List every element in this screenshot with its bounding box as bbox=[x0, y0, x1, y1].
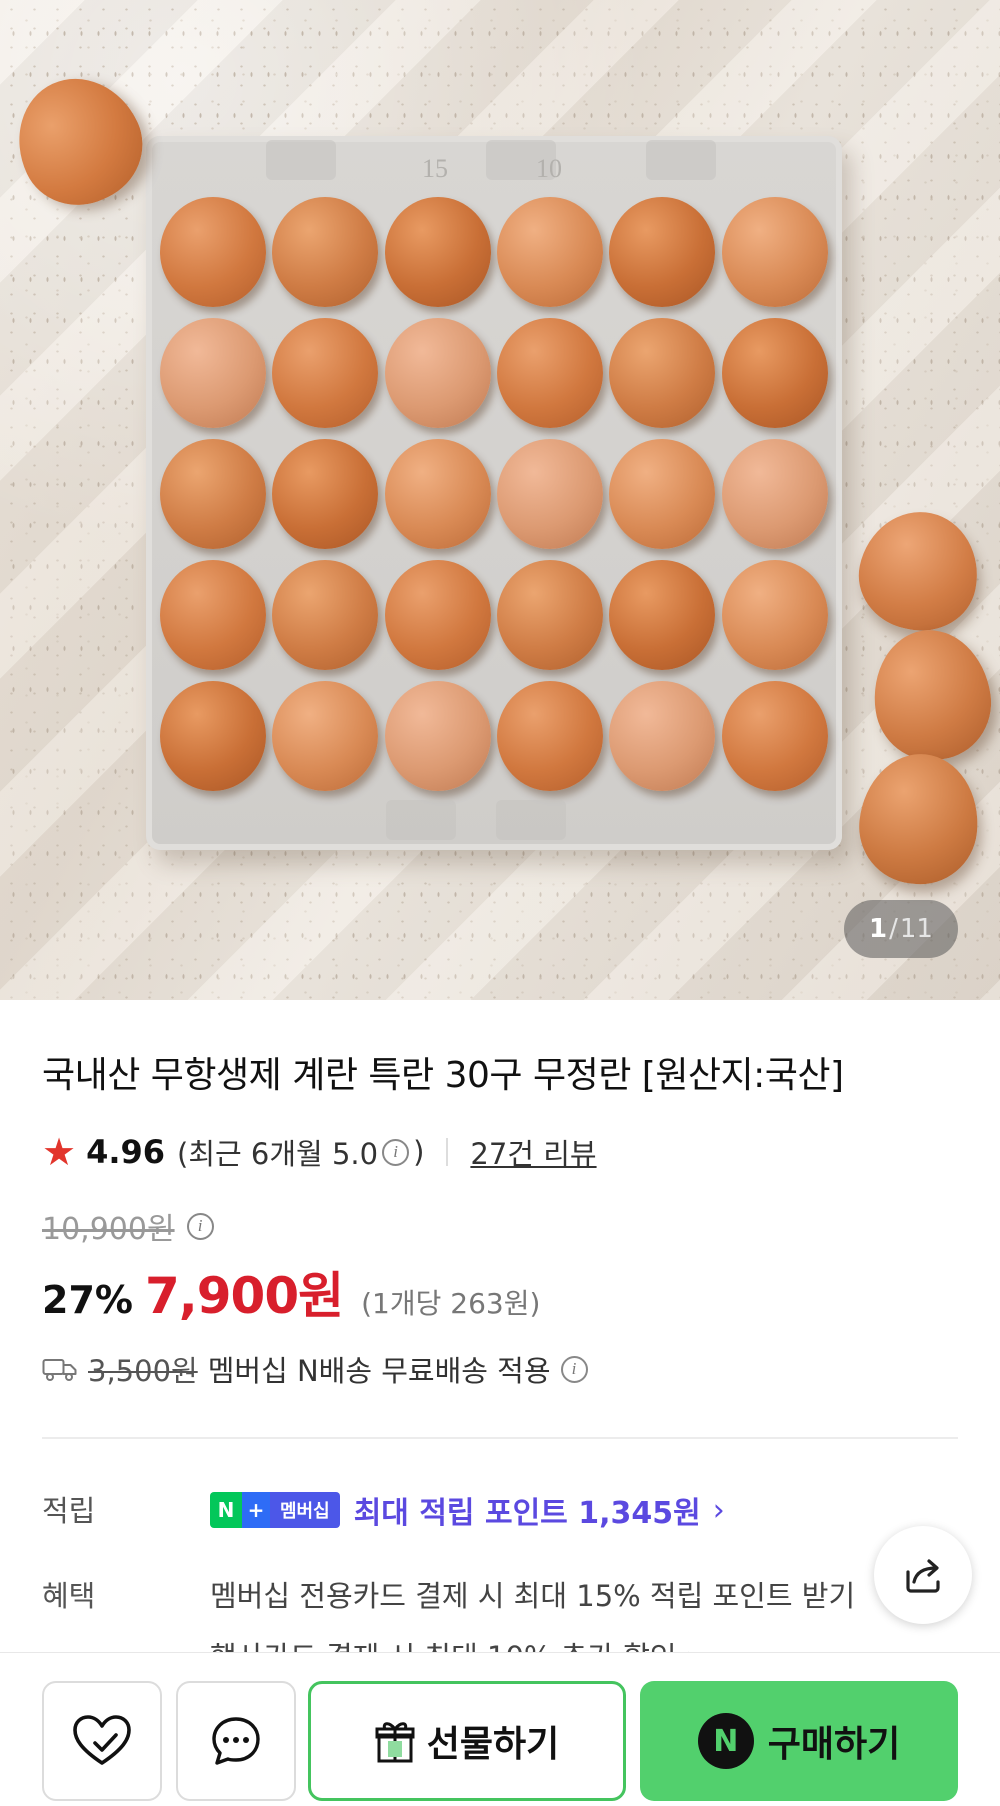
egg-image bbox=[272, 560, 379, 671]
product-image-gallery[interactable]: 15 10 1 / 11 bbox=[0, 0, 1000, 1000]
naver-n-icon: N bbox=[210, 1492, 242, 1528]
price-row: 27% 7,900원 (1개당 263원) bbox=[42, 1256, 958, 1325]
egg-image bbox=[384, 317, 491, 428]
loose-egg-image bbox=[865, 622, 999, 768]
discount-rate: 27% bbox=[42, 1278, 133, 1322]
egg-image bbox=[160, 317, 267, 428]
egg-image bbox=[721, 196, 828, 307]
wishlist-button[interactable] bbox=[42, 1681, 162, 1801]
image-counter-current: 1 bbox=[869, 914, 888, 944]
product-info: 국내산 무항생제 계란 특란 30구 무정란 [원산지:국산] ★ 4.96 (… bbox=[42, 1000, 958, 1390]
points-label: 적립 bbox=[42, 1494, 96, 1528]
loose-egg-image bbox=[853, 748, 985, 890]
info-icon[interactable]: i bbox=[382, 1138, 410, 1166]
egg-image bbox=[497, 438, 604, 549]
egg-image bbox=[160, 438, 267, 549]
truck-icon bbox=[42, 1359, 77, 1381]
egg-image bbox=[721, 681, 828, 792]
original-price: 10,900원 bbox=[42, 1212, 175, 1247]
share-button[interactable] bbox=[874, 1526, 972, 1624]
buy-button-label: 구매하기 bbox=[767, 1724, 901, 1765]
egg-image bbox=[497, 196, 604, 307]
egg-image bbox=[609, 681, 716, 792]
loose-egg-image bbox=[849, 501, 989, 641]
egg-image bbox=[497, 681, 604, 792]
loose-egg-image bbox=[0, 58, 161, 224]
egg-image bbox=[160, 560, 267, 671]
egg-image bbox=[272, 317, 379, 428]
tray-label: 10 bbox=[536, 154, 562, 183]
rating-recent-close: ) bbox=[413, 1135, 425, 1169]
rating-recent: (최근 6개월 5.0 bbox=[177, 1137, 379, 1171]
image-counter-total: 11 bbox=[899, 914, 933, 944]
egg-image bbox=[497, 560, 604, 671]
shipping-row: 3,500원 멤버십 N배송 무료배송 적용 i bbox=[42, 1348, 958, 1390]
image-counter-badge: 1 / 11 bbox=[844, 900, 958, 958]
rating-row: ★ 4.96 (최근 6개월 5.0 i ) 27건 리뷰 bbox=[42, 1130, 958, 1174]
egg-image bbox=[384, 196, 491, 307]
sale-price: 7,900원 bbox=[144, 1267, 344, 1325]
egg-image bbox=[384, 681, 491, 792]
shipping-text: 멤버십 N배송 무료배송 적용 bbox=[207, 1354, 551, 1388]
image-counter-separator: / bbox=[889, 914, 898, 944]
review-count-link[interactable]: 27건 리뷰 bbox=[470, 1131, 596, 1173]
egg-image bbox=[609, 196, 716, 307]
egg-image bbox=[721, 317, 828, 428]
points-link[interactable]: N + 멤버십 최대 적립 포인트 1,345원 › bbox=[210, 1488, 725, 1532]
section-divider bbox=[42, 1437, 958, 1439]
egg-image bbox=[384, 560, 491, 671]
heart-icon bbox=[73, 1715, 131, 1765]
info-icon[interactable]: i bbox=[186, 1212, 214, 1240]
egg-image bbox=[609, 438, 716, 549]
egg-image bbox=[272, 438, 379, 549]
max-point-text: 최대 적립 포인트 1,345원 bbox=[353, 1496, 701, 1531]
egg-image bbox=[609, 560, 716, 671]
egg-tray-image: 15 10 bbox=[146, 136, 842, 850]
plus-icon: + bbox=[242, 1492, 270, 1528]
product-title: 국내산 무항생제 계란 특란 30구 무정란 [원산지:국산] bbox=[42, 1055, 844, 1096]
membership-badge-label: 멤버십 bbox=[270, 1492, 340, 1528]
original-price-row: 10,900원 i bbox=[42, 1204, 958, 1248]
rating-value: 4.96 bbox=[86, 1133, 166, 1171]
talk-button[interactable] bbox=[176, 1681, 296, 1801]
egg-image bbox=[721, 560, 828, 671]
chat-bubble-icon bbox=[212, 1717, 260, 1765]
egg-image bbox=[160, 681, 267, 792]
tray-label: 15 bbox=[422, 154, 448, 183]
divider bbox=[446, 1138, 449, 1166]
gift-button[interactable]: 선물하기 bbox=[308, 1681, 626, 1801]
info-icon[interactable]: i bbox=[560, 1355, 588, 1383]
benefits-label: 혜택 bbox=[42, 1579, 96, 1613]
share-icon bbox=[906, 1559, 940, 1593]
egg-grid bbox=[160, 194, 828, 794]
bottom-action-bar: 선물하기 N 구매하기 bbox=[0, 1652, 1000, 1806]
benefit-card-points[interactable]: 멤버십 전용카드 결제 시 최대 15% 적립 포인트 받기 bbox=[210, 1573, 910, 1615]
membership-badge: N + 멤버십 bbox=[210, 1492, 340, 1528]
gift-icon bbox=[375, 1722, 415, 1763]
egg-image bbox=[721, 438, 828, 549]
egg-image bbox=[609, 317, 716, 428]
gift-button-label: 선물하기 bbox=[426, 1724, 560, 1765]
shipping-original-fee: 3,500원 bbox=[88, 1354, 198, 1388]
chevron-right-icon: › bbox=[712, 1492, 725, 1528]
unit-price: (1개당 263원) bbox=[361, 1287, 541, 1320]
egg-image bbox=[272, 681, 379, 792]
egg-image bbox=[497, 317, 604, 428]
egg-image bbox=[384, 438, 491, 549]
star-icon: ★ bbox=[42, 1130, 77, 1174]
naver-pay-n-icon: N bbox=[697, 1713, 754, 1769]
egg-image bbox=[160, 196, 267, 307]
egg-image bbox=[272, 196, 379, 307]
buy-button[interactable]: N 구매하기 bbox=[640, 1681, 958, 1801]
